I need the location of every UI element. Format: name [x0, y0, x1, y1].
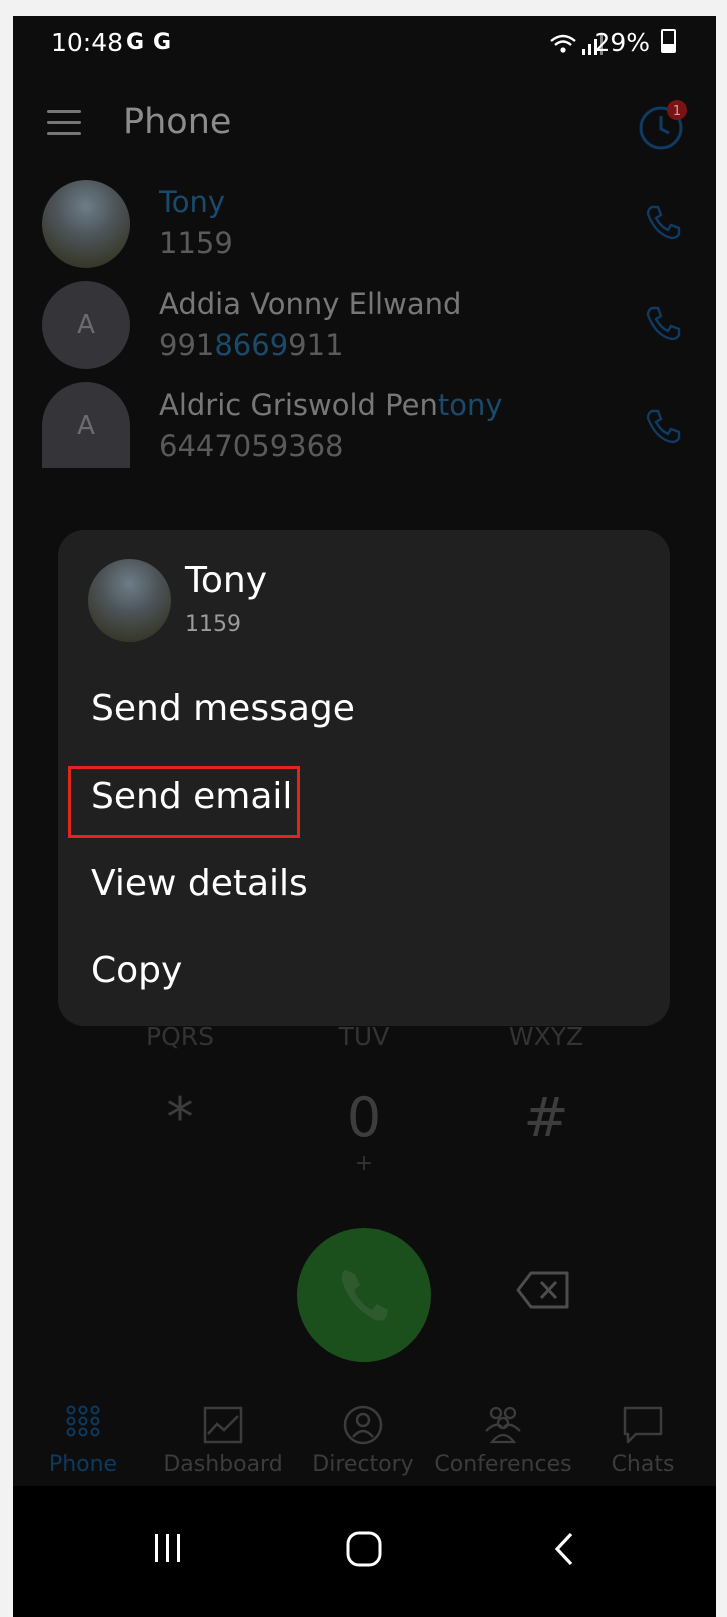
contact-photo-avatar — [42, 180, 130, 268]
home-icon[interactable] — [345, 1530, 383, 1568]
dialpad-icon — [66, 1405, 100, 1437]
battery-icon — [661, 29, 676, 53]
menu-item-send-message[interactable]: Send message — [91, 688, 355, 729]
nav-label: Chats — [611, 1452, 675, 1477]
contact-number: 1159 — [159, 226, 233, 260]
status-bar: 10:48 G G 29% — [13, 16, 716, 72]
contact-number: 6447059368 — [159, 429, 344, 463]
call-history-button[interactable]: 1 — [635, 96, 691, 152]
nav-label: Dashboard — [163, 1452, 283, 1477]
battery-percent: 29% — [594, 28, 676, 57]
nav-tab-conferences[interactable]: Conferences — [433, 1396, 573, 1490]
app-screen: 10:48 G G 29% Phone 1 Tony 1159 A Addia … — [13, 16, 716, 1530]
phone-frame: 10:48 G G 29% Phone 1 Tony 1159 A Addia … — [13, 16, 716, 1617]
dialpad-letters-tuv: TUV — [338, 1022, 390, 1051]
nav-label: Conferences — [434, 1452, 572, 1477]
contact-name: Tony — [159, 185, 226, 219]
conferences-icon — [485, 1406, 521, 1444]
dialpad-letters-wxyz: WXYZ — [508, 1022, 584, 1051]
status-time: 10:48 — [51, 28, 124, 57]
nav-tab-dashboard[interactable]: Dashboard — [153, 1396, 293, 1490]
contact-result-row[interactable]: Tony 1159 — [13, 180, 716, 276]
backspace-icon[interactable] — [515, 1269, 571, 1311]
dialpad-key-star[interactable]: * — [125, 1086, 235, 1149]
nav-tab-phone[interactable]: Phone — [13, 1396, 153, 1490]
dialpad-key-0[interactable]: 0 + — [309, 1086, 419, 1176]
nav-label: Directory — [312, 1452, 414, 1477]
dialpad-letters-pqrs: PQRS — [146, 1022, 214, 1051]
page-title: Phone — [123, 102, 232, 142]
directory-icon — [343, 1405, 383, 1445]
contact-result-row[interactable]: A Addia Vonny Ellwand 9918669911 — [13, 281, 716, 377]
call-icon[interactable] — [643, 303, 683, 343]
nav-tab-directory[interactable]: Directory — [293, 1396, 433, 1490]
history-badge-count: 1 — [673, 104, 681, 119]
contact-number: 9918669911 — [159, 328, 344, 362]
phone-handset-icon — [341, 1270, 388, 1321]
contact-photo-avatar — [88, 559, 171, 642]
history-icon: 1 — [639, 100, 687, 150]
menu-contact-name: Tony — [185, 560, 268, 601]
chats-icon — [623, 1406, 663, 1444]
menu-contact-number: 1159 — [185, 612, 241, 637]
contact-initial-avatar: A — [42, 382, 130, 468]
contact-result-row[interactable]: A Aldric Griswold Pentony 6447059368 — [13, 382, 716, 478]
bottom-navigation: Phone Dashboard Directory Conferences Ch… — [13, 1396, 716, 1490]
system-navigation-bar — [13, 1486, 716, 1617]
contact-name: Addia Vonny Ellwand — [159, 287, 462, 321]
call-icon[interactable] — [643, 406, 683, 446]
menu-item-copy[interactable]: Copy — [91, 950, 182, 991]
menu-item-view-details[interactable]: View details — [91, 863, 308, 904]
contact-name: Aldric Griswold Pentony — [159, 388, 503, 422]
contact-context-menu: Tony 1159 Send message Send email View d… — [58, 530, 670, 1026]
recent-apps-icon[interactable] — [151, 1531, 185, 1565]
app-bar: Phone 1 — [13, 86, 716, 158]
dialpad-key-hash[interactable]: # — [491, 1086, 601, 1149]
back-icon[interactable] — [551, 1530, 581, 1568]
dialpad-key-0-plus: + — [354, 1151, 374, 1176]
google-notification-icon: G — [153, 30, 172, 55]
contact-initial-avatar: A — [42, 281, 130, 369]
nav-tab-chats[interactable]: Chats — [573, 1396, 713, 1490]
call-button[interactable] — [297, 1228, 431, 1362]
menu-item-send-email[interactable]: Send email — [91, 776, 292, 817]
call-icon[interactable] — [643, 202, 683, 242]
hamburger-menu-icon[interactable] — [47, 110, 81, 136]
dashboard-icon — [203, 1406, 243, 1444]
google-notification-icon: G — [126, 30, 145, 55]
nav-label: Phone — [48, 1452, 118, 1477]
